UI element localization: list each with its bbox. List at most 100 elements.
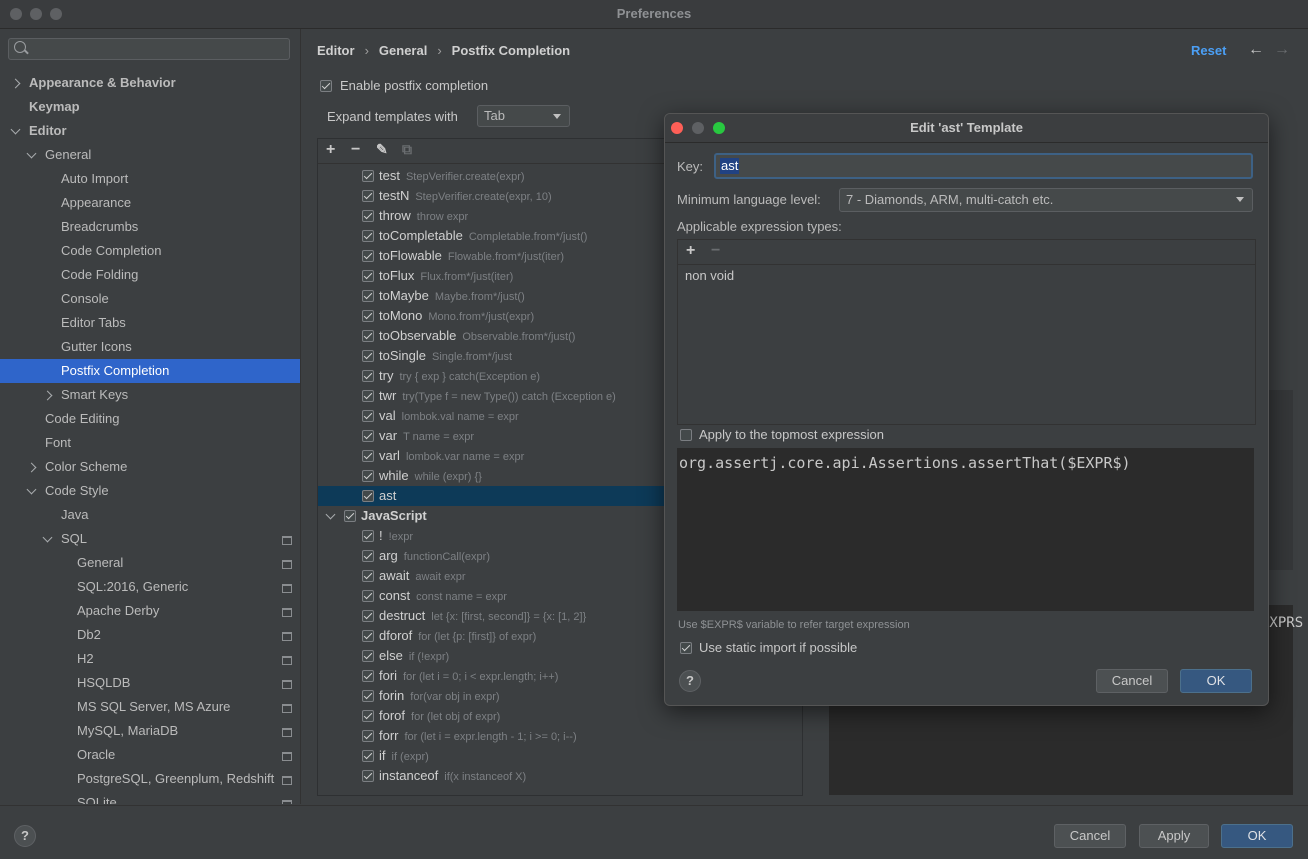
- sidebar-item[interactable]: Appearance & Behavior: [0, 71, 300, 95]
- template-row[interactable]: forr for (let i = expr.length - 1; i >= 0…: [318, 726, 802, 746]
- template-checkbox[interactable]: [362, 670, 374, 682]
- sidebar-item[interactable]: General: [0, 143, 300, 167]
- sidebar-item[interactable]: SQLite: [0, 791, 300, 804]
- template-checkbox[interactable]: [362, 570, 374, 582]
- edit-icon[interactable]: ✎: [376, 141, 388, 158]
- template-checkbox[interactable]: [362, 410, 374, 422]
- key-input[interactable]: ast: [714, 153, 1253, 179]
- sidebar-item[interactable]: General: [0, 551, 300, 575]
- copy-icon[interactable]: ⧉: [402, 141, 412, 158]
- breadcrumb-editor[interactable]: Editor: [317, 43, 355, 58]
- sidebar-item[interactable]: Font: [0, 431, 300, 455]
- template-row[interactable]: if if (expr): [318, 746, 802, 766]
- sidebar-item[interactable]: Oracle: [0, 743, 300, 767]
- template-checkbox[interactable]: [362, 190, 374, 202]
- sidebar-item[interactable]: Code Completion: [0, 239, 300, 263]
- sidebar-item[interactable]: Java: [0, 503, 300, 527]
- sidebar-item[interactable]: Code Editing: [0, 407, 300, 431]
- sidebar-item[interactable]: Gutter Icons: [0, 335, 300, 359]
- sidebar-item[interactable]: Appearance: [0, 191, 300, 215]
- sidebar-item[interactable]: Editor Tabs: [0, 311, 300, 335]
- template-checkbox[interactable]: [362, 770, 374, 782]
- remove-icon[interactable]: −: [711, 242, 720, 260]
- chevron-down-icon[interactable]: [42, 532, 53, 543]
- sidebar-item[interactable]: Postfix Completion: [0, 359, 300, 383]
- sidebar-item[interactable]: Auto Import: [0, 167, 300, 191]
- expand-key-select[interactable]: Tab: [477, 105, 570, 127]
- chevron-right-icon[interactable]: [42, 390, 53, 401]
- search-field[interactable]: [8, 38, 290, 60]
- template-checkbox[interactable]: [362, 230, 374, 242]
- template-checkbox[interactable]: [362, 270, 374, 282]
- chevron-down-icon[interactable]: [26, 484, 37, 495]
- chevron-down-icon[interactable]: [325, 509, 336, 520]
- forward-arrow-icon[interactable]: →: [1274, 41, 1290, 59]
- chevron-down-icon[interactable]: [26, 148, 37, 159]
- template-checkbox[interactable]: [362, 550, 374, 562]
- back-arrow-icon[interactable]: ←: [1248, 41, 1264, 59]
- enable-postfix-checkbox[interactable]: [320, 80, 332, 92]
- template-checkbox[interactable]: [362, 690, 374, 702]
- sidebar-item[interactable]: Code Folding: [0, 263, 300, 287]
- remove-icon[interactable]: −: [351, 141, 360, 159]
- sidebar-item[interactable]: Db2: [0, 623, 300, 647]
- sidebar-item[interactable]: SQL: [0, 527, 300, 551]
- static-import-checkbox[interactable]: [680, 642, 692, 654]
- sidebar-item[interactable]: Apache Derby: [0, 599, 300, 623]
- template-checkbox[interactable]: [362, 250, 374, 262]
- template-checkbox[interactable]: [362, 650, 374, 662]
- sidebar-item[interactable]: H2: [0, 647, 300, 671]
- sidebar-item[interactable]: Code Style: [0, 479, 300, 503]
- apply-button[interactable]: Apply: [1139, 824, 1209, 848]
- sidebar-item[interactable]: Console: [0, 287, 300, 311]
- template-checkbox[interactable]: [362, 490, 374, 502]
- sidebar-item[interactable]: HSQLDB: [0, 671, 300, 695]
- template-checkbox[interactable]: [362, 630, 374, 642]
- template-checkbox[interactable]: [362, 290, 374, 302]
- template-checkbox[interactable]: [362, 390, 374, 402]
- template-checkbox[interactable]: [362, 170, 374, 182]
- sidebar-item[interactable]: Editor: [0, 119, 300, 143]
- sidebar-item[interactable]: Smart Keys: [0, 383, 300, 407]
- help-button[interactable]: ?: [14, 825, 36, 847]
- sidebar-item[interactable]: MS SQL Server, MS Azure: [0, 695, 300, 719]
- template-checkbox[interactable]: [362, 710, 374, 722]
- topmost-checkbox[interactable]: [680, 429, 692, 441]
- chevron-right-icon[interactable]: [10, 78, 21, 89]
- template-checkbox[interactable]: [362, 330, 374, 342]
- chevron-down-icon[interactable]: [10, 124, 21, 135]
- sidebar-item[interactable]: Color Scheme: [0, 455, 300, 479]
- chevron-right-icon[interactable]: [26, 462, 37, 473]
- template-checkbox[interactable]: [362, 430, 374, 442]
- template-checkbox[interactable]: [362, 730, 374, 742]
- template-checkbox[interactable]: [362, 310, 374, 322]
- sidebar-item[interactable]: PostgreSQL, Greenplum, Redshift: [0, 767, 300, 791]
- sidebar-item[interactable]: Breadcrumbs: [0, 215, 300, 239]
- cancel-button[interactable]: Cancel: [1054, 824, 1126, 848]
- template-checkbox[interactable]: [362, 370, 374, 382]
- sidebar-item[interactable]: MySQL, MariaDB: [0, 719, 300, 743]
- breadcrumb-general[interactable]: General: [379, 43, 427, 58]
- template-row[interactable]: instanceof if(x instanceof X): [318, 766, 802, 786]
- add-icon[interactable]: +: [326, 141, 335, 159]
- sidebar-item[interactable]: SQL:2016, Generic: [0, 575, 300, 599]
- min-level-select[interactable]: 7 - Diamonds, ARM, multi-catch etc.: [839, 188, 1253, 212]
- template-row[interactable]: forof for (let obj of expr): [318, 706, 802, 726]
- template-checkbox[interactable]: [362, 470, 374, 482]
- template-checkbox[interactable]: [362, 590, 374, 602]
- template-checkbox[interactable]: [362, 350, 374, 362]
- template-checkbox[interactable]: [362, 210, 374, 222]
- list-item[interactable]: non void: [685, 268, 734, 283]
- add-icon[interactable]: +: [686, 242, 695, 260]
- template-code-editor[interactable]: org.assertj.core.api.Assertions.assertTh…: [677, 448, 1254, 611]
- dialog-help-button[interactable]: ?: [679, 670, 701, 692]
- template-checkbox[interactable]: [362, 610, 374, 622]
- dialog-cancel-button[interactable]: Cancel: [1096, 669, 1168, 693]
- dialog-ok-button[interactable]: OK: [1180, 669, 1252, 693]
- template-checkbox[interactable]: [362, 450, 374, 462]
- ok-button[interactable]: OK: [1221, 824, 1293, 848]
- template-checkbox[interactable]: [362, 750, 374, 762]
- template-checkbox[interactable]: [362, 530, 374, 542]
- group-checkbox[interactable]: [344, 510, 356, 522]
- sidebar-item[interactable]: Keymap: [0, 95, 300, 119]
